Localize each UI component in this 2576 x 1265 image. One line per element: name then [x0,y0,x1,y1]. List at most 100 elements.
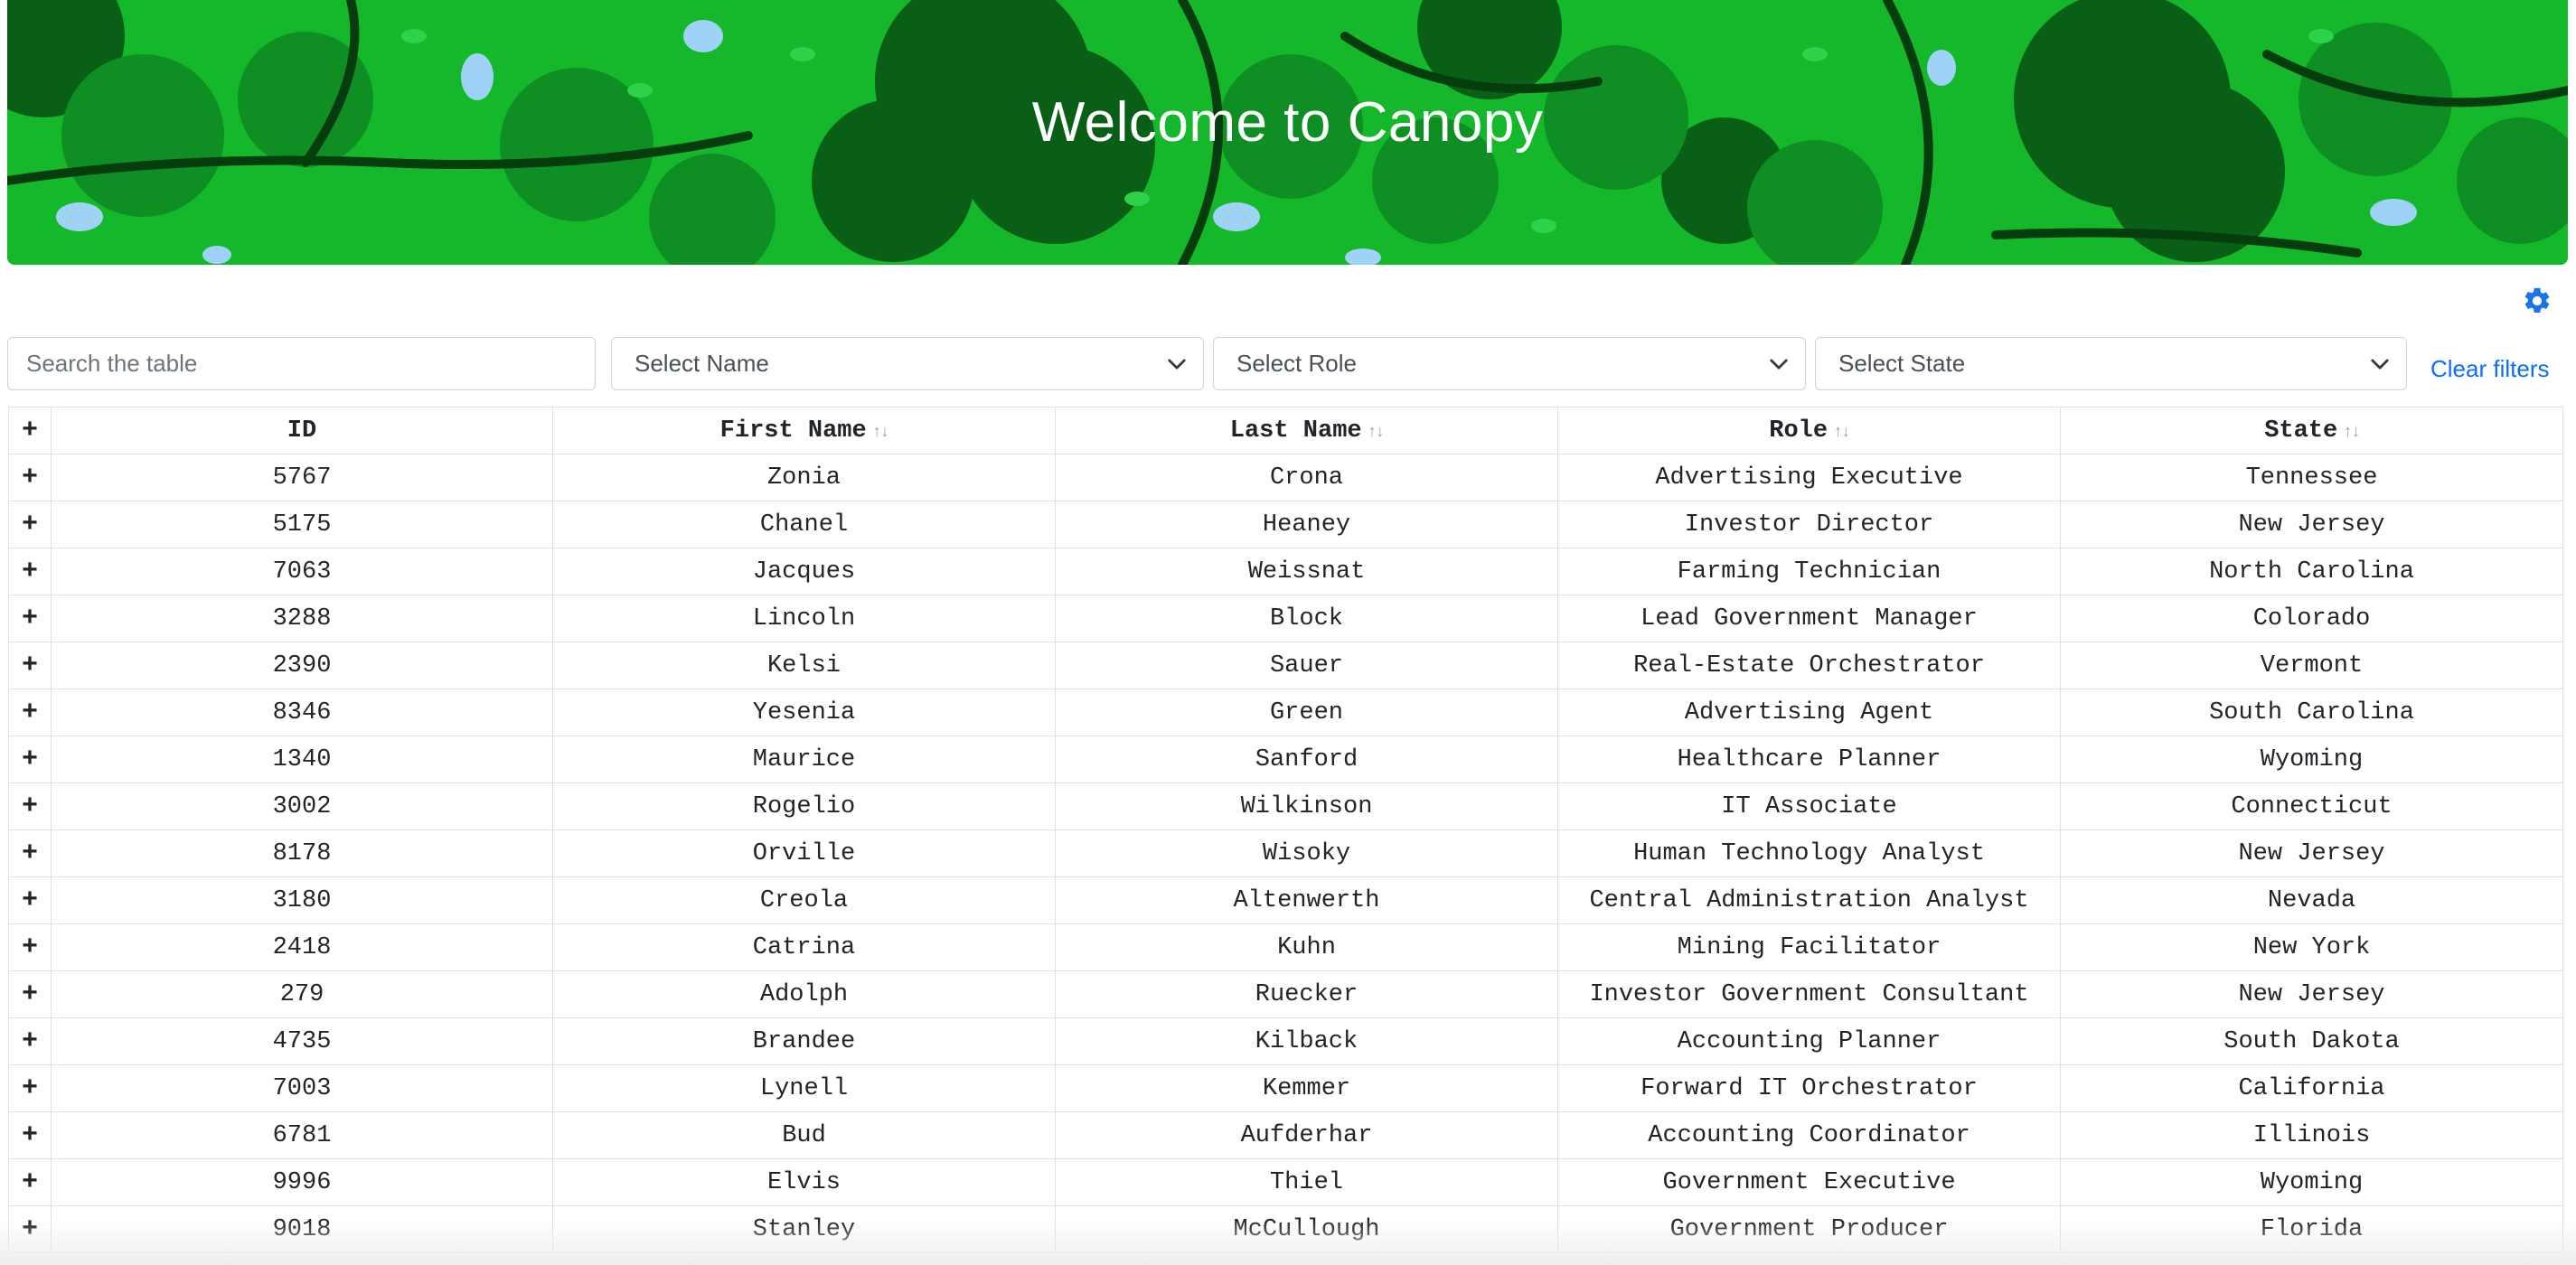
column-header-role[interactable]: Role ↑↓ [1557,407,2061,454]
cell-state: New Jersey [2060,829,2563,877]
column-header-label: State [2264,417,2338,445]
table-row: +3180 Creola Altenwerth Central Administrat… [8,876,2563,924]
column-header-first-name[interactable]: First Name ↑↓ [552,407,1056,454]
cell-state: South Dakota [2060,1017,2563,1065]
expand-row-button[interactable]: + [8,501,52,548]
cell-id: 7003 [51,1064,553,1112]
column-header-label: First Name [719,417,867,445]
expand-row-button[interactable]: + [8,1111,52,1159]
chevron-down-icon [1168,359,1186,370]
cell-role: Farming Technician [1557,548,2061,595]
expand-row-button[interactable]: + [8,736,52,783]
column-header-state[interactable]: State ↑↓ [2060,407,2563,454]
cell-state: Nevada [2060,876,2563,924]
cell-id: 9996 [51,1158,553,1206]
expand-row-button[interactable]: + [8,1064,52,1112]
table-row: +5175 Chanel Heaney Investor Director New Je… [8,501,2563,548]
cell-id: 5767 [51,454,553,501]
expand-row-button[interactable]: + [8,970,52,1018]
state-select-label: Select State [1838,350,1966,377]
search-input[interactable] [7,337,596,390]
column-header-last-name[interactable]: Last Name ↑↓ [1055,407,1558,454]
state-select[interactable]: Select State [1815,337,2407,390]
expand-all-button[interactable]: + [8,407,52,454]
cell-role: IT Associate [1557,782,2061,830]
expand-row-button[interactable]: + [8,548,52,595]
cell-first-name: Bud [552,1111,1056,1159]
expand-row-button[interactable]: + [8,1158,52,1206]
cell-first-name: Kelsi [552,642,1056,689]
cell-first-name: Elvis [552,1158,1056,1206]
cell-first-name: Lincoln [552,595,1056,642]
settings-gear-icon[interactable] [2522,286,2552,316]
cell-role: Real-Estate Orchestrator [1557,642,2061,689]
table-row: +3288 Lincoln Block Lead Government Manager… [8,595,2563,642]
cell-first-name: Catrina [552,923,1056,971]
cell-id: 1340 [51,736,553,783]
sort-icon[interactable]: ↑↓ [872,424,890,442]
cell-last-name: Block [1055,595,1558,642]
cell-state: South Carolina [2060,689,2563,736]
cell-first-name: Lynell [552,1064,1056,1112]
cell-id: 279 [51,970,553,1018]
cell-last-name: Aufderhar [1055,1111,1558,1159]
sort-icon[interactable]: ↑↓ [1833,424,1851,442]
cell-last-name: Kilback [1055,1017,1558,1065]
cell-last-name: Wisoky [1055,829,1558,877]
cell-id: 3288 [51,595,553,642]
table-row: +7003 Lynell Kemmer Forward IT Orchestrator… [8,1064,2563,1112]
cell-state: New Jersey [2060,501,2563,548]
expand-row-button[interactable]: + [8,923,52,971]
cell-state: Colorado [2060,595,2563,642]
sort-icon[interactable]: ↑↓ [1368,424,1386,442]
expand-row-button[interactable]: + [8,689,52,736]
cell-id: 4735 [51,1017,553,1065]
cell-state: Illinois [2060,1111,2563,1159]
name-select[interactable]: Select Name [611,337,1204,390]
clear-filters-link[interactable]: Clear filters [2430,355,2549,383]
expand-row-button[interactable]: + [8,782,52,830]
expand-row-button[interactable]: + [8,642,52,689]
table-row: +8346 Yesenia Green Advertising Agent South … [8,689,2563,736]
cell-role: Accounting Planner [1557,1017,2061,1065]
cell-last-name: Sanford [1055,736,1558,783]
sort-icon[interactable]: ↑↓ [2343,424,2361,442]
expand-row-button[interactable]: + [8,595,52,642]
cell-last-name: Altenwerth [1055,876,1558,924]
table-row: +2390 Kelsi Sauer Real-Estate Orchestrator V… [8,642,2563,689]
expand-row-button[interactable]: + [8,829,52,877]
table-row: +4735 Brandee Kilback Accounting Planner Sou… [8,1017,2563,1065]
cell-state: Vermont [2060,642,2563,689]
table-row: +9996 Elvis Thiel Government Executive Wyomi… [8,1158,2563,1206]
cell-id: 6781 [51,1111,553,1159]
expand-row-button[interactable]: + [8,454,52,501]
expand-row-button[interactable]: + [8,1017,52,1065]
name-select-label: Select Name [635,350,769,377]
cell-id: 3002 [51,782,553,830]
cell-role: Government Executive [1557,1158,2061,1206]
column-header-label: Role [1769,417,1829,445]
cell-role: Forward IT Orchestrator [1557,1064,2061,1112]
cell-first-name: Zonia [552,454,1056,501]
expand-row-button[interactable]: + [8,876,52,924]
cell-last-name: Ruecker [1055,970,1558,1018]
cell-role: Advertising Executive [1557,454,2061,501]
cell-role: Healthcare Planner [1557,736,2061,783]
role-select[interactable]: Select Role [1213,337,1806,390]
cell-first-name: Rogelio [552,782,1056,830]
column-header-label: Last Name [1229,417,1362,445]
table-header-row: + ID First Name ↑↓ Last Name ↑↓ Role ↑↓ Sta… [8,407,2563,454]
scroll-fade [0,1220,2576,1265]
table-row: +1340 Maurice Sanford Healthcare Planner Wyo… [8,736,2563,783]
cell-last-name: Thiel [1055,1158,1558,1206]
cell-role: Advertising Agent [1557,689,2061,736]
cell-id: 8346 [51,689,553,736]
cell-role: Mining Facilitator [1557,923,2061,971]
cell-state: Wyoming [2060,1158,2563,1206]
column-header-id: ID [51,407,553,454]
cell-first-name: Maurice [552,736,1056,783]
cell-role: Central Administration Analyst [1557,876,2061,924]
hero-banner: Welcome to Canopy [7,0,2568,265]
cell-state: Tennessee [2060,454,2563,501]
cell-role: Human Technology Analyst [1557,829,2061,877]
